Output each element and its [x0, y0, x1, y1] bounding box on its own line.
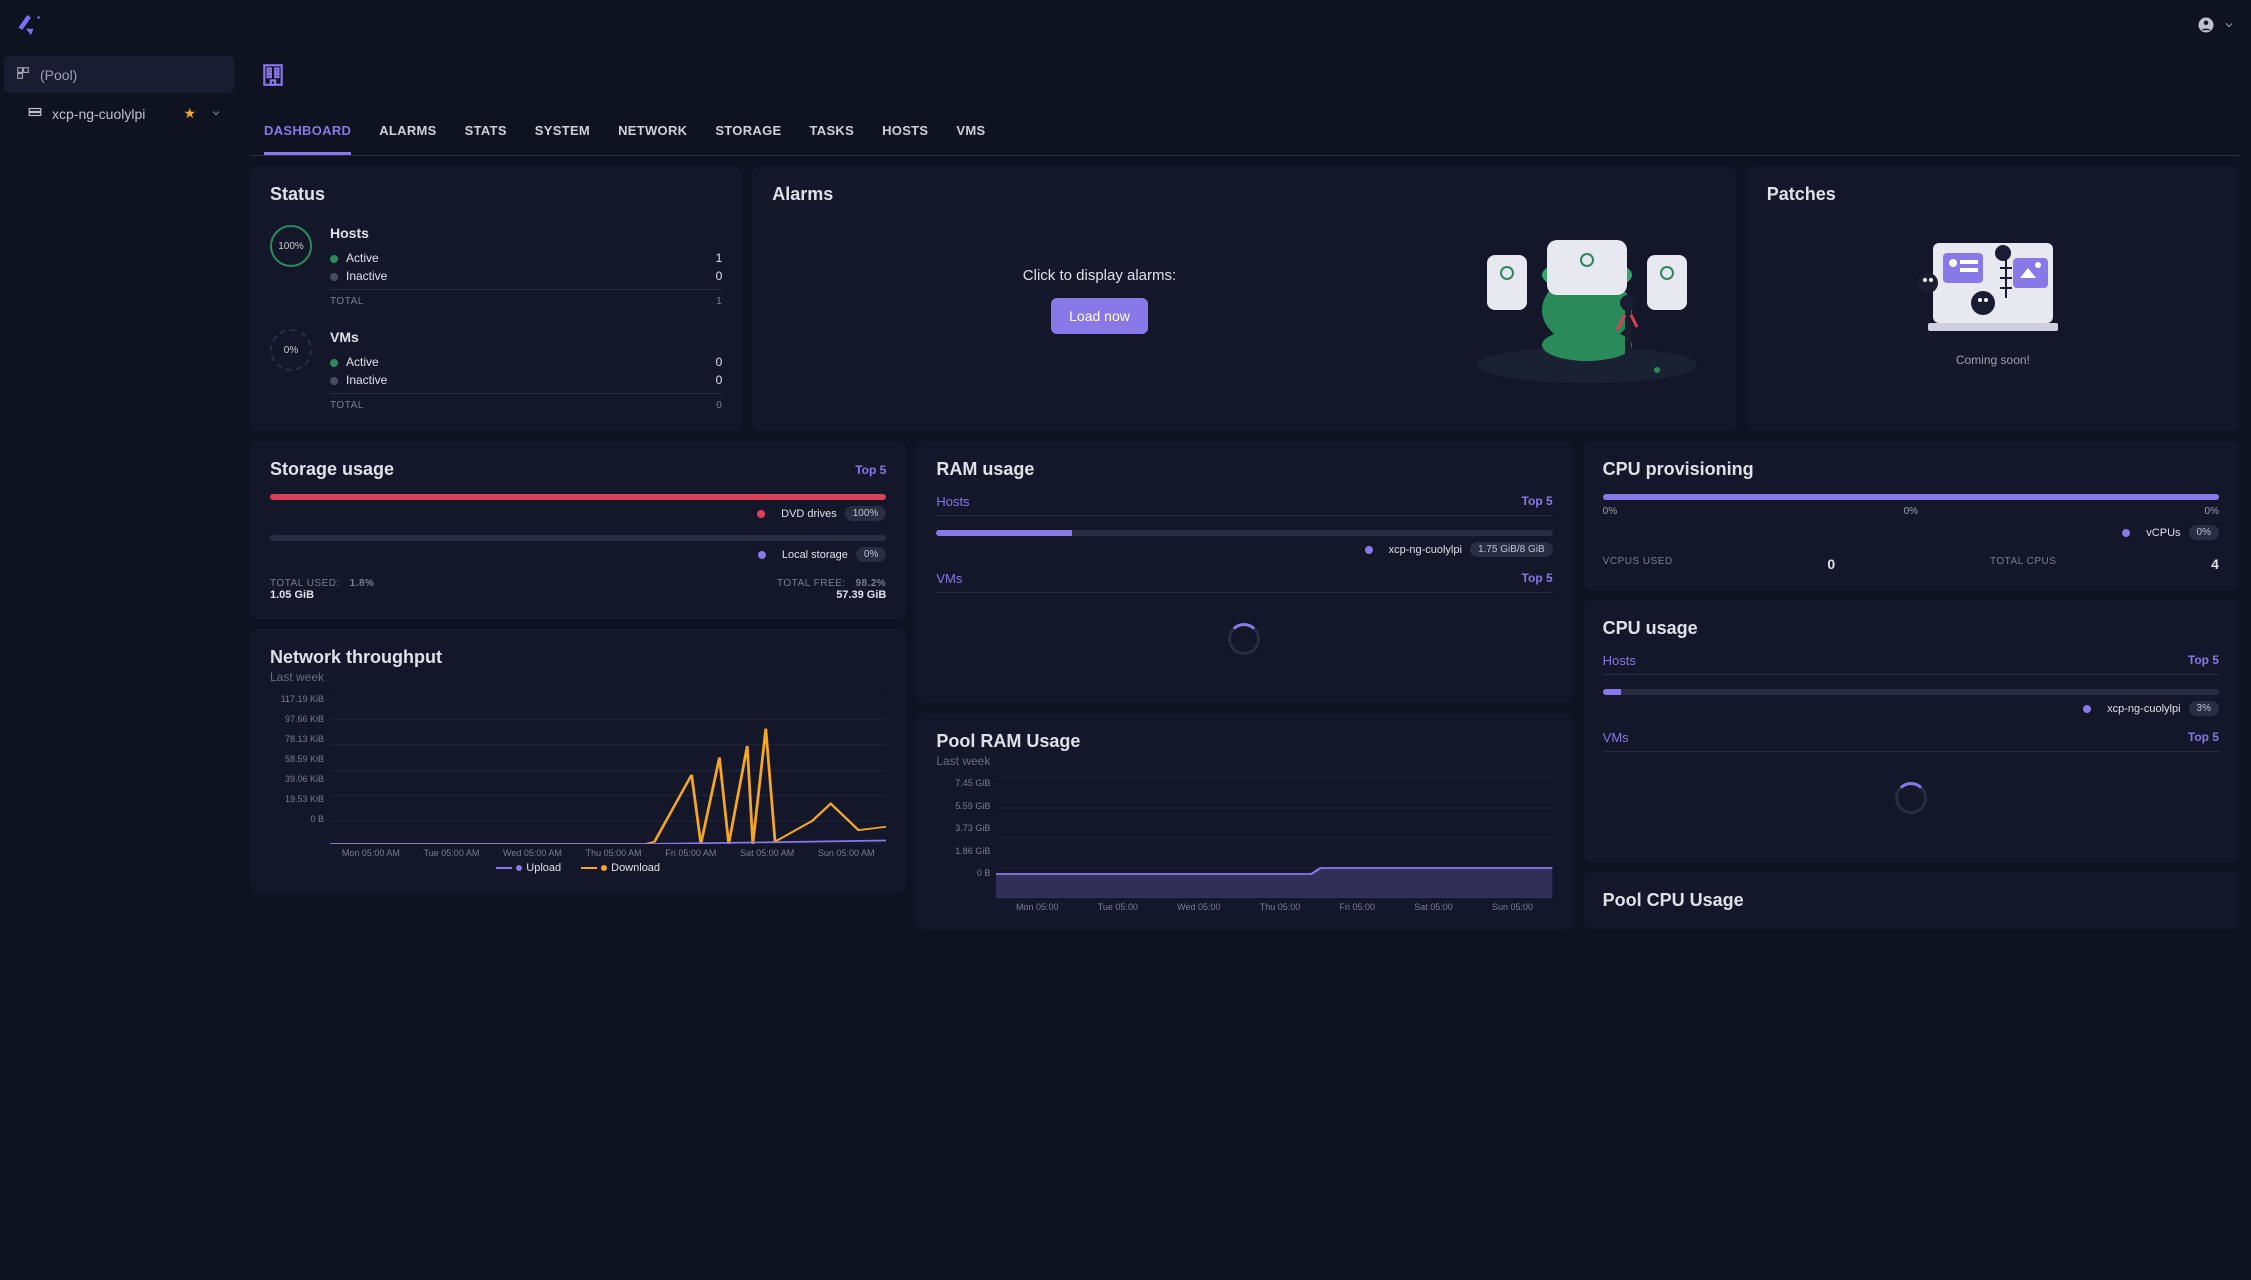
patches-card: Patches — [1747, 166, 2239, 431]
alarms-title: Alarms — [772, 184, 1717, 205]
status-title: Status — [270, 184, 722, 205]
user-avatar-icon[interactable] — [2197, 16, 2215, 37]
ram-title: RAM usage — [936, 459, 1552, 480]
pool-ram-subtitle: Last week — [936, 754, 1552, 768]
status-vms-title: VMs — [330, 329, 722, 345]
status-card: Status 100% Hosts Active1 Inactive0 TOTA… — [250, 166, 742, 431]
cpu-provisioning-card: CPU provisioning 0% 0% 0% vCPUs0% VCPUS … — [1583, 441, 2239, 590]
patches-title: Patches — [1767, 184, 2219, 205]
ram-usage-card: RAM usage HostsTop 5 xcp-ng-cuolylpi1.75… — [916, 441, 1572, 703]
cpu-prov-title: CPU provisioning — [1603, 459, 2219, 480]
cpu-usage-title: CPU usage — [1603, 618, 2219, 639]
patches-coming-soon: Coming soon! — [1767, 353, 2219, 367]
storage-title: Storage usage — [270, 459, 394, 480]
pool-label: (Pool) — [40, 67, 77, 83]
tab-storage[interactable]: STORAGE — [715, 109, 781, 155]
host-name: xcp-ng-cuolylpi — [52, 106, 145, 122]
pool-cpu-title: Pool CPU Usage — [1603, 890, 2219, 911]
pool-icon — [16, 66, 30, 83]
network-throughput-card: Network throughput Last week 117.19 KiB … — [250, 629, 906, 892]
tab-system[interactable]: SYSTEM — [535, 109, 590, 155]
tab-bar: DASHBOARD ALARMS STATS SYSTEM NETWORK ST… — [250, 109, 2239, 156]
storage-top5[interactable]: Top 5 — [855, 463, 886, 477]
ram-vms-spinner — [1228, 623, 1260, 655]
tab-vms[interactable]: VMS — [956, 109, 985, 155]
pool-cpu-card: Pool CPU Usage — [1583, 872, 2239, 929]
sidebar-item-host[interactable]: xcp-ng-cuolylpi ★ — [4, 97, 234, 130]
alarms-card: Alarms Click to display alarms: Load now — [752, 166, 1737, 431]
load-now-button[interactable]: Load now — [1051, 298, 1148, 334]
tab-hosts[interactable]: HOSTS — [882, 109, 928, 155]
pool-ram-card: Pool RAM Usage Last week 7.45 GiB 5.59 G… — [916, 713, 1572, 930]
network-legend: Upload Download — [270, 862, 886, 874]
alarms-illustration — [1457, 215, 1717, 385]
network-chart: 117.19 KiB 97.66 KiB 78.13 KiB 58.59 KiB… — [270, 694, 886, 844]
vms-ring: 0% — [270, 329, 312, 371]
tab-tasks[interactable]: TASKS — [809, 109, 854, 155]
network-title: Network throughput — [270, 647, 886, 668]
status-hosts-title: Hosts — [330, 225, 722, 241]
cpu-usage-card: CPU usage HostsTop 5 xcp-ng-cuolylpi3% V… — [1583, 600, 2239, 862]
tab-network[interactable]: NETWORK — [618, 109, 687, 155]
star-icon[interactable]: ★ — [183, 105, 196, 122]
patches-illustration — [1908, 223, 2078, 343]
sidebar-item-pool[interactable]: (Pool) — [4, 56, 234, 93]
cpu-vms-spinner — [1895, 782, 1927, 814]
tab-stats[interactable]: STATS — [465, 109, 507, 155]
pool-ram-chart: 7.45 GiB 5.59 GiB 3.73 GiB 1.86 GiB 0 B — [936, 778, 1552, 898]
logo-telescope-icon[interactable] — [16, 10, 46, 43]
hosts-ring: 100% — [270, 225, 312, 267]
storage-usage-card: Storage usage Top 5 DVD drives100% Local… — [250, 441, 906, 619]
pool-ram-title: Pool RAM Usage — [936, 731, 1552, 752]
chevron-down-icon[interactable] — [210, 106, 222, 122]
user-menu-chevron-icon[interactable] — [2223, 18, 2235, 34]
network-subtitle: Last week — [270, 670, 886, 684]
tab-alarms[interactable]: ALARMS — [379, 109, 436, 155]
tab-dashboard[interactable]: DASHBOARD — [264, 109, 351, 155]
host-icon — [28, 105, 42, 122]
building-icon — [260, 62, 2239, 91]
alarms-prompt: Click to display alarms: — [772, 267, 1427, 284]
